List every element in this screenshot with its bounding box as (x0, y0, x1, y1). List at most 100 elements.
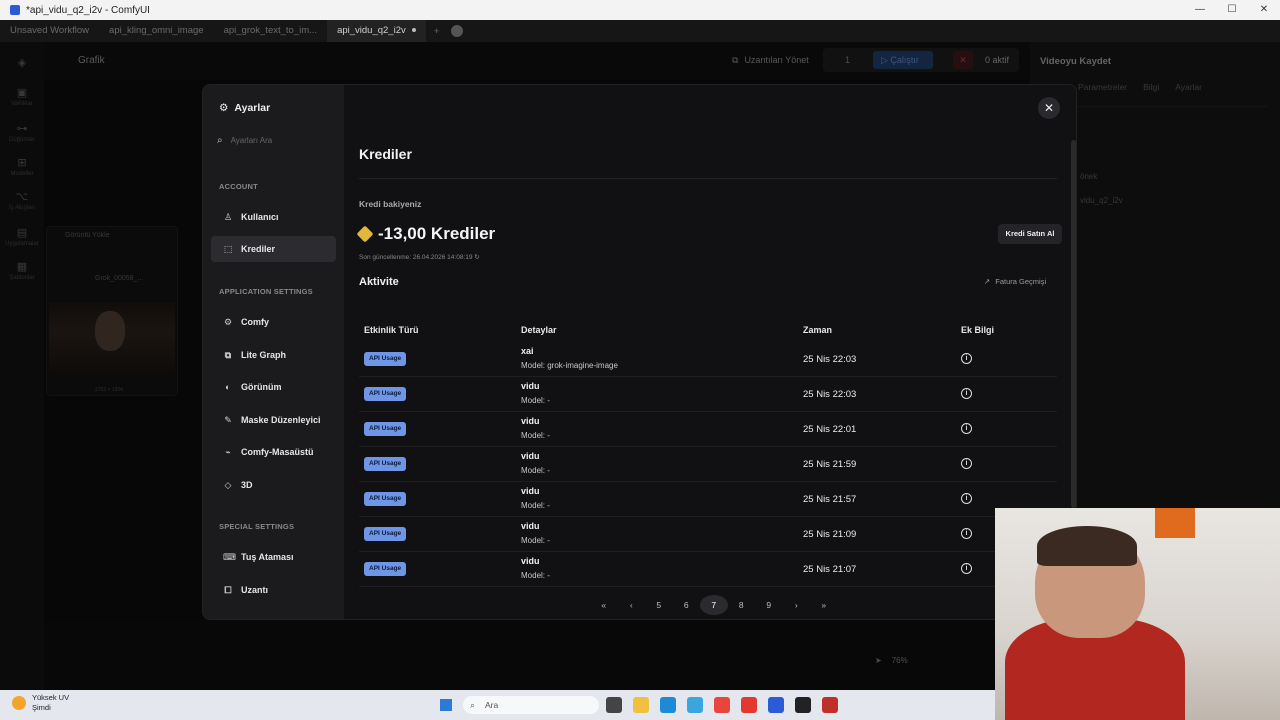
sidebar-item-keybinding[interactable]: ⌨ Tuş Ataması (211, 544, 336, 570)
page-button[interactable]: 9 (755, 595, 783, 615)
balance-label: Kredi bakiyeniz (359, 199, 422, 209)
settings-title: ⚙ Ayarlar (219, 102, 271, 114)
sidebar-item-lite-graph[interactable]: ⧉ Lite Graph (211, 342, 336, 368)
comfyui-app-icon (10, 5, 20, 15)
event-time: 25 Nis 21:09 (803, 529, 857, 540)
window-titlebar: *api_vidu_q2_i2v - ComfyUI — ☐ ✕ (0, 0, 1280, 20)
event-time: 25 Nis 22:03 (803, 354, 857, 365)
event-type-badge: API Usage (364, 527, 407, 541)
last-updated: Son güncellenme: 26.04.2026 14:08:19 ↻ (359, 254, 480, 261)
page-button[interactable]: 8 (728, 595, 756, 615)
next-page-button[interactable]: › (783, 595, 811, 615)
store-icon[interactable] (687, 697, 703, 713)
sidebar-item-credits[interactable]: ⬚ Krediler (211, 236, 336, 262)
info-icon[interactable]: i (961, 493, 972, 504)
event-time: 25 Nis 21:57 (803, 494, 857, 505)
sidebar-item-extension[interactable]: ⧠ Uzantı (211, 577, 336, 603)
gear-icon: ⚙ (223, 316, 233, 327)
sidebar-item-mask-editor[interactable]: ✎ Maske Düzenleyici (211, 407, 336, 433)
settings-sidebar: ⚙ Ayarlar ⌕ Ayarları Ara ACCOUNT ♙ Kullan… (203, 85, 344, 619)
credit-balance: -13,00 Krediler (356, 224, 495, 244)
detail-model: Model: - (521, 396, 550, 405)
maximize-button[interactable]: ☐ (1216, 0, 1248, 20)
sidebar-item-user[interactable]: ♙ Kullanıcı (211, 204, 336, 230)
credits-icon: ⬚ (223, 243, 233, 254)
event-time: 25 Nis 21:07 (803, 564, 857, 575)
recorder-icon[interactable] (822, 697, 838, 713)
minimize-button[interactable]: — (1184, 0, 1216, 20)
page-button[interactable]: 5 (645, 595, 673, 615)
puzzle-icon: ⧠ (224, 584, 232, 595)
new-tab-plus-icon[interactable]: + (426, 26, 448, 37)
event-type-badge: API Usage (364, 387, 407, 401)
workflow-tab[interactable]: Unsaved Workflow (0, 20, 99, 42)
capcut-icon[interactable] (795, 697, 811, 713)
current-page-button[interactable]: 7 (700, 595, 728, 615)
yandex-icon[interactable] (741, 697, 757, 713)
weather-widget[interactable]: Yüksek UV Şimdi (12, 693, 69, 713)
page-button[interactable]: 6 (673, 595, 701, 615)
prev-page-button[interactable]: ‹ (618, 595, 646, 615)
section-account: ACCOUNT (219, 182, 258, 191)
divider (359, 178, 1057, 179)
mask-icon: ✎ (224, 414, 232, 425)
user-avatar[interactable] (451, 25, 464, 37)
search-icon: ⌕ (217, 135, 223, 146)
detail-name: vidu (521, 416, 540, 426)
workflow-tab-active[interactable]: api_vidu_q2_i2v (327, 20, 426, 42)
folder-icon[interactable] (633, 697, 649, 713)
gear-icon: ⚙ (219, 102, 229, 114)
event-type-badge: API Usage (364, 422, 407, 436)
event-type-badge: API Usage (364, 352, 407, 366)
event-time: 25 Nis 22:01 (803, 424, 857, 435)
webcam-overlay (995, 508, 1280, 720)
search-icon: ⌕ (470, 700, 476, 710)
workflow-tab[interactable]: api_kling_omni_image (99, 20, 214, 42)
settings-dialog: ⚙ Ayarlar ⌕ Ayarları Ara ACCOUNT ♙ Kullan… (202, 84, 1077, 620)
info-icon[interactable]: i (961, 388, 972, 399)
settings-search-input[interactable]: ⌕ Ayarları Ara (217, 135, 272, 146)
table-row: API Usage vidu Model: - 25 Nis 22:03 i (359, 377, 1057, 412)
table-row: API Usage vidu Model: - 25 Nis 21:57 i (359, 482, 1057, 517)
activity-heading: Aktivite (359, 276, 399, 288)
sidebar-item-comfy[interactable]: ⚙ Comfy (211, 309, 336, 335)
detail-model: Model: - (521, 431, 550, 440)
event-type-badge: API Usage (364, 457, 407, 471)
refresh-icon[interactable]: ↻ (474, 254, 479, 261)
column-header-type: Etkinlik Türü (364, 325, 419, 335)
windows-start-icon[interactable] (440, 699, 452, 711)
table-row: API Usage vidu Model: - 25 Nis 22:01 i (359, 412, 1057, 447)
edge-icon[interactable] (660, 697, 676, 713)
cube-icon: ◇ (224, 479, 232, 490)
first-page-button[interactable]: « (590, 595, 618, 615)
invoice-history-link[interactable]: ↗ Fatura Geçmişi (984, 277, 1046, 286)
info-icon[interactable]: i (961, 563, 972, 574)
info-icon[interactable]: i (961, 458, 972, 469)
table-row: API Usage xai Model: grok-imagine-image … (359, 342, 1057, 377)
info-icon[interactable]: i (961, 528, 972, 539)
workflow-tab[interactable]: api_grok_text_to_im... (214, 20, 327, 42)
unsaved-dot-icon (411, 28, 416, 33)
comfyui-icon[interactable] (768, 697, 784, 713)
buy-credits-button[interactable]: Kredi Satın Al (998, 224, 1062, 244)
scrollbar[interactable] (1071, 140, 1076, 508)
table-row: API Usage vidu Model: - 25 Nis 21:07 i (359, 552, 1057, 587)
detail-model: Model: - (521, 571, 550, 580)
sidebar-item-desktop[interactable]: ⌁ Comfy-Masaüstü (211, 439, 336, 465)
sidebar-item-appearance[interactable]: ◐ Görünüm (211, 374, 336, 400)
detail-name: vidu (521, 381, 540, 391)
window-close-button[interactable]: ✕ (1248, 0, 1280, 20)
chrome-icon[interactable] (714, 697, 730, 713)
event-time: 25 Nis 22:03 (803, 389, 857, 400)
user-icon: ♙ (223, 211, 233, 222)
info-icon[interactable]: i (961, 423, 972, 434)
sidebar-item-3d[interactable]: ◇ 3D (211, 472, 336, 498)
info-icon[interactable]: i (961, 353, 972, 364)
taskbar-search-input[interactable]: ⌕ Ara (463, 696, 599, 714)
graph-icon: ⧉ (224, 349, 232, 360)
external-link-icon: ↗ (984, 277, 991, 286)
event-type-badge: API Usage (364, 562, 407, 576)
last-page-button[interactable]: » (810, 595, 838, 615)
taskview-icon[interactable] (606, 697, 622, 713)
event-time: 25 Nis 21:59 (803, 459, 857, 470)
